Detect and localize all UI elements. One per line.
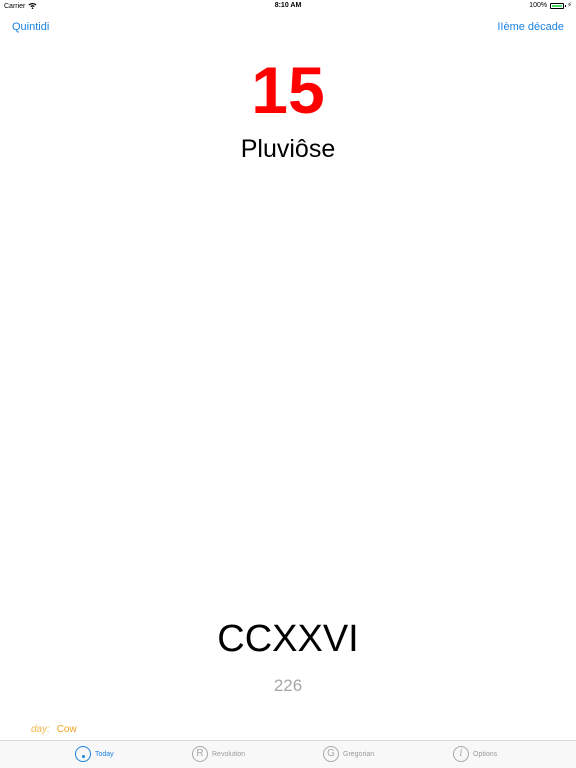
day-info-label: day: [31, 724, 50, 735]
battery-icon [550, 2, 567, 9]
battery-percent: 100% [529, 2, 548, 9]
tab-revolution-label: Revolution [212, 750, 246, 758]
tab-gregorian-label: Gregorian [343, 750, 375, 758]
weekday-button[interactable]: Quintidi [12, 21, 49, 33]
info-circle-icon: i [453, 746, 469, 762]
day-number: 15 [251, 53, 325, 127]
r-circle-icon: R [192, 746, 208, 762]
tab-today[interactable]: Today [75, 746, 114, 762]
charging-bolt-icon: ⚡ [567, 2, 572, 9]
tab-revolution[interactable]: R Revolution [192, 746, 245, 762]
app-screen: Carrier 8:10 AM 100% ⚡ Quintidi IIème dé… [0, 0, 576, 768]
g-circle-icon: G [323, 746, 339, 762]
tab-options-label: Options [473, 750, 498, 758]
year-number: 226 [273, 676, 303, 695]
tab-options[interactable]: i Options [453, 746, 497, 762]
day-info: day: Cow [31, 723, 77, 737]
year-roman: CCXXVI [217, 618, 359, 660]
day-info-value[interactable]: Cow [57, 724, 77, 735]
month-name: Pluviôse [240, 135, 336, 163]
tab-gregorian[interactable]: G Gregorian [323, 746, 374, 762]
status-time: 8:10 AM [274, 2, 302, 9]
tab-bar: Today R Revolution G Gregorian i Options [0, 740, 576, 768]
status-bar: Carrier 8:10 AM 100% ⚡ [0, 0, 576, 12]
dot-circle-icon [75, 746, 91, 762]
status-right: 100% ⚡ [529, 2, 572, 9]
battery-tip [565, 4, 567, 7]
tab-today-label: Today [95, 750, 114, 758]
battery-fill [552, 4, 563, 7]
decade-button[interactable]: IIème décade [497, 21, 564, 33]
dot-icon [81, 755, 85, 758]
